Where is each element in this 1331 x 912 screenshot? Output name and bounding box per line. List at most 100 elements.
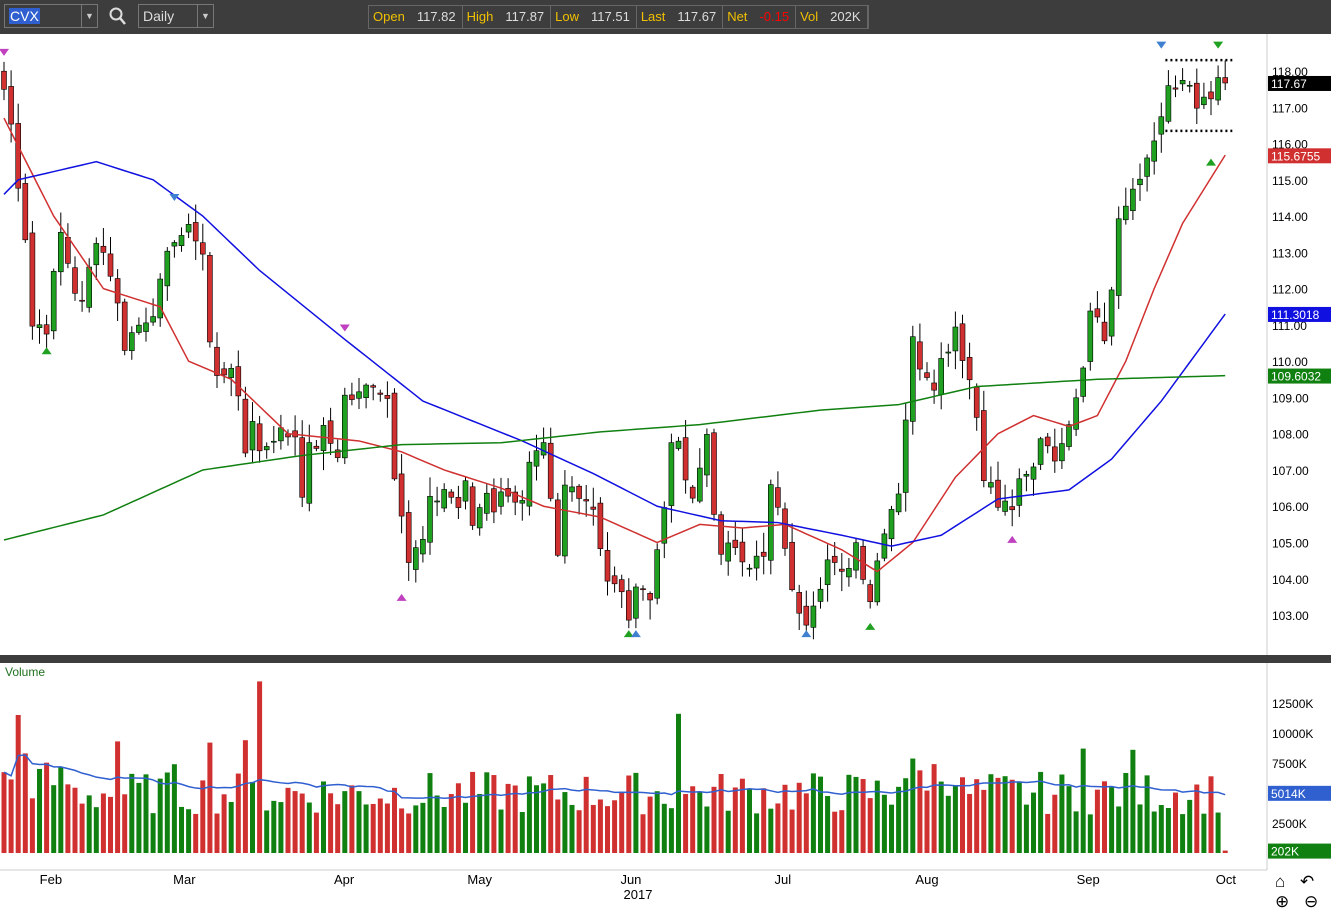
candle <box>412 540 419 583</box>
candle <box>1158 102 1165 153</box>
candle <box>718 511 724 566</box>
candle <box>633 583 639 629</box>
candle <box>398 454 405 534</box>
chevron-down-icon[interactable]: ▼ <box>81 5 97 27</box>
volume-bar <box>370 803 376 853</box>
candle <box>1052 428 1058 473</box>
candle-body <box>114 278 121 304</box>
volume-bar <box>832 811 838 853</box>
candle-body <box>79 299 85 302</box>
candle-body <box>370 385 377 388</box>
zoom-out-icon[interactable]: ⊖ <box>1304 892 1318 911</box>
candle <box>93 237 100 281</box>
y-tick-label: 115.00 <box>1272 174 1308 188</box>
search-icon[interactable] <box>108 5 128 27</box>
candle <box>1115 206 1122 309</box>
ma-line-ma20 <box>3 117 1226 573</box>
volume-bar <box>541 783 547 853</box>
volume-badge-label: 202K <box>1271 845 1299 859</box>
home-icon[interactable]: ⌂ <box>1275 872 1285 891</box>
symbol-value: CVX <box>9 8 40 24</box>
candle <box>1 61 7 101</box>
candle-body <box>633 586 639 619</box>
volume-bar <box>761 788 767 853</box>
candle <box>1094 291 1101 323</box>
candle-body <box>760 551 767 557</box>
volume-bar <box>15 715 21 853</box>
candle <box>782 502 788 556</box>
candle-body <box>533 450 540 467</box>
candle <box>441 483 448 513</box>
candle <box>270 425 277 454</box>
candle-body <box>696 467 703 502</box>
undo-icon[interactable]: ↶ <box>1300 872 1314 891</box>
y-tick-label: 108.00 <box>1272 428 1309 442</box>
chevron-down-icon[interactable]: ▼ <box>197 5 213 27</box>
candle-body <box>476 507 483 529</box>
candle <box>540 427 547 459</box>
candle <box>1130 178 1136 221</box>
volume-bar <box>463 802 468 853</box>
candle-body <box>36 324 43 329</box>
candle <box>725 530 732 576</box>
candle <box>1144 154 1150 192</box>
candle-body <box>1094 308 1101 318</box>
candle-body <box>909 336 916 422</box>
quote-label: Open <box>373 9 405 24</box>
candle <box>966 342 973 400</box>
volume-bar <box>200 780 206 853</box>
candle-body <box>1030 466 1037 480</box>
candle <box>945 343 952 367</box>
candle-body <box>129 332 135 351</box>
period-select[interactable]: Daily ▼ <box>138 4 214 28</box>
candle <box>746 563 753 577</box>
candle-body <box>1023 474 1030 477</box>
symbol-input[interactable]: CVX ▼ <box>4 4 98 28</box>
candle-body <box>618 579 625 593</box>
volume-bar <box>569 804 575 853</box>
candle-body <box>278 427 284 442</box>
candle <box>753 540 760 581</box>
quote-panel: Open 117.82 High 117.87 Low 117.51 Last 117.67 N… <box>368 5 869 29</box>
candle-body <box>611 575 618 585</box>
volume-bar <box>747 788 752 853</box>
volume-bar <box>1052 794 1058 853</box>
volume-bar <box>292 791 298 853</box>
candle <box>1016 468 1023 517</box>
candle-body <box>590 506 597 510</box>
price-chart[interactable]: 103.00 104.00 105.00 106.00 107.00 108.00 109.… <box>0 34 1331 911</box>
candle <box>157 273 163 327</box>
volume-bar <box>8 779 14 853</box>
ma-value-label: 109.6032 <box>1271 370 1321 384</box>
candle-body <box>178 235 185 246</box>
candle-body <box>782 508 788 549</box>
candle <box>448 489 455 504</box>
volume-bar <box>313 812 319 853</box>
candle-body <box>1 70 7 90</box>
candle <box>1194 68 1200 124</box>
volume-bar <box>207 742 213 853</box>
volume-bar <box>995 777 1001 853</box>
candle-body <box>313 445 320 449</box>
volume-bar <box>583 776 589 853</box>
volume-bar <box>150 813 156 853</box>
candle-body <box>228 368 234 378</box>
zoom-in-icon[interactable]: ⊕ <box>1275 892 1289 911</box>
volume-bar <box>264 810 270 853</box>
volume-bar <box>448 794 454 853</box>
volume-bar <box>810 773 816 853</box>
candle <box>682 420 689 494</box>
quote-value: 117.82 <box>416 9 456 24</box>
candle-body <box>739 541 746 563</box>
quote-value: -0.15 <box>759 9 790 24</box>
candle <box>803 590 810 631</box>
candle <box>554 492 561 558</box>
candle <box>661 501 668 559</box>
y-tick-label: 104.00 <box>1272 573 1309 587</box>
candle <box>256 415 263 463</box>
y-tick-label: 114.00 <box>1272 210 1308 224</box>
ma-value-label: 111.3018 <box>1271 308 1320 322</box>
x-tick-label: Feb <box>40 872 62 887</box>
pane-divider[interactable] <box>0 655 1331 663</box>
candle <box>79 281 85 312</box>
